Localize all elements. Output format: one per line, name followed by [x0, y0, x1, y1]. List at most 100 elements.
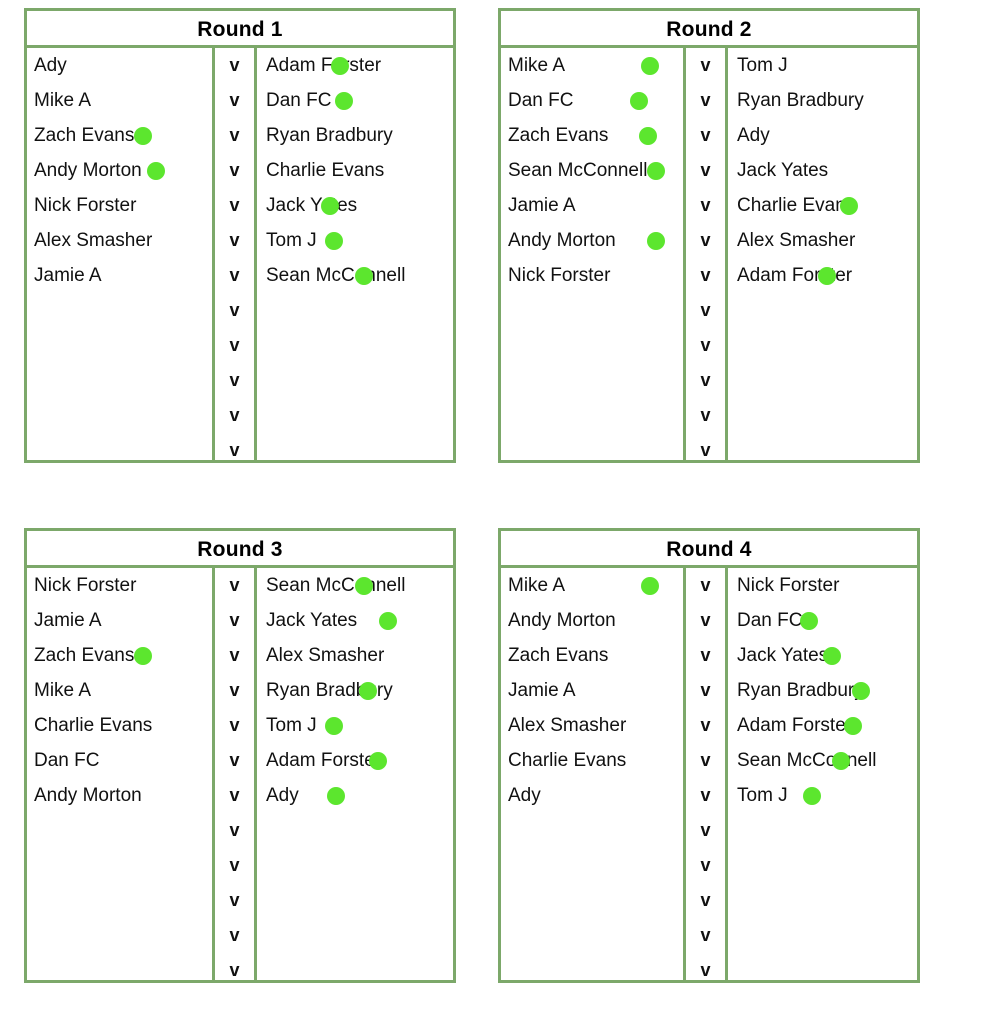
player-slot-right[interactable]: Jack Yates	[257, 603, 453, 638]
player-slot-right[interactable]: Dan FC	[728, 603, 917, 638]
versus-marker: v	[229, 90, 240, 110]
player-slot-right[interactable]: Nick Forster	[728, 568, 917, 603]
player-slot-left[interactable]: Mike A	[27, 673, 212, 708]
player-slot-right[interactable]: Ryan Bradbury	[728, 83, 917, 118]
player-name: Andy Morton	[34, 785, 142, 806]
player-slot-left[interactable]: Andy Morton	[501, 223, 683, 258]
player-slot-left[interactable]: Jamie A	[501, 673, 683, 708]
player-slot-right[interactable]: Adam Forster	[728, 708, 917, 743]
player-slot-right[interactable]: Sean McConnell	[257, 258, 453, 293]
player-slot-right[interactable]: Ryan Bradbury	[728, 673, 917, 708]
player-slot-right[interactable]: Jack Yates	[728, 638, 917, 673]
player-name: Ryan Bradbury	[266, 125, 393, 146]
empty-slot-right	[257, 883, 453, 918]
player-slot-left[interactable]: Nick Forster	[501, 258, 683, 293]
versus-marker: v	[229, 405, 240, 425]
player-slot-right[interactable]: Tom J	[728, 48, 917, 83]
versus-marker: v	[700, 265, 711, 285]
player-slot-right[interactable]: Jack Yates	[257, 188, 453, 223]
player-slot-right[interactable]: Adam Forster	[257, 743, 453, 778]
green-marker-dot-icon	[639, 127, 657, 145]
empty-slot-right	[728, 293, 917, 328]
player-slot-right[interactable]: Alex Smasher	[728, 223, 917, 258]
player-name: Charlie Evans	[737, 195, 856, 216]
player-slot-right[interactable]: Charlie Evans	[728, 188, 917, 223]
player-slot-right[interactable]: Sean McConnell	[257, 568, 453, 603]
player-slot-left[interactable]: Ady	[27, 48, 212, 83]
player-slot-left[interactable]: Ady	[501, 778, 683, 813]
player-name: Charlie Evans	[34, 715, 153, 736]
player-name: Nick Forster	[508, 265, 611, 286]
round-2-title: Round 2	[501, 11, 917, 48]
player-slot-left[interactable]: Andy Morton	[27, 778, 212, 813]
player-name: Dan FC	[34, 750, 100, 771]
green-marker-dot-icon	[327, 787, 345, 805]
player-name: Tom J	[266, 715, 317, 736]
player-slot-left[interactable]: Nick Forster	[27, 568, 212, 603]
player-slot-left[interactable]: Dan FC	[501, 83, 683, 118]
round-2-table: Round 2 Mike A Dan FC Zach Evans Sean McConn…	[498, 8, 920, 463]
empty-slot-right	[257, 398, 453, 433]
empty-slot-left	[27, 433, 212, 468]
empty-slot-right	[257, 813, 453, 848]
player-slot-left[interactable]: Jamie A	[27, 258, 212, 293]
player-name: Charlie Evans	[508, 750, 627, 771]
player-slot-right[interactable]: Charlie Evans	[257, 153, 453, 188]
player-slot-right[interactable]: Ryan Bradbury	[257, 673, 453, 708]
player-slot-left[interactable]: Sean McConnell	[501, 153, 683, 188]
player-slot-right[interactable]: Tom J	[257, 708, 453, 743]
player-slot-left[interactable]: Zach Evans	[501, 638, 683, 673]
player-slot-left[interactable]: Mike A	[27, 83, 212, 118]
player-name: Alex Smasher	[34, 230, 153, 251]
player-name: Jamie A	[508, 680, 576, 701]
player-slot-right[interactable]: Adam Forster	[728, 258, 917, 293]
player-name: Mike A	[508, 55, 566, 76]
player-slot-right[interactable]: Ryan Bradbury	[257, 118, 453, 153]
empty-slot-left	[27, 398, 212, 433]
versus-marker: v	[700, 960, 711, 980]
player-slot-right[interactable]: Ady	[257, 778, 453, 813]
player-name: Ryan Bradbury	[737, 680, 864, 701]
player-name: Zach Evans	[508, 645, 609, 666]
player-slot-right[interactable]: Alex Smasher	[257, 638, 453, 673]
empty-slot-right	[257, 918, 453, 953]
round-1-right-column: Adam Forster Dan FC Ryan Bradbury Charlie E…	[257, 48, 453, 460]
versus-marker: v	[229, 300, 240, 320]
player-slot-left[interactable]: Jamie A	[27, 603, 212, 638]
empty-slot-left	[501, 293, 683, 328]
player-slot-left[interactable]: Zach Evans	[27, 638, 212, 673]
player-slot-left[interactable]: Zach Evans	[27, 118, 212, 153]
player-slot-right[interactable]: Jack Yates	[728, 153, 917, 188]
player-slot-left[interactable]: Nick Forster	[27, 188, 212, 223]
versus-marker: v	[700, 750, 711, 770]
player-slot-left[interactable]: Zach Evans	[501, 118, 683, 153]
versus-marker: v	[229, 680, 240, 700]
player-slot-left[interactable]: Mike A	[501, 568, 683, 603]
green-marker-dot-icon	[379, 612, 397, 630]
tournament-rounds-board: Round 1 Ady Mike A Zach Evans Andy Morton Nic…	[0, 0, 987, 1011]
player-slot-left[interactable]: Andy Morton	[27, 153, 212, 188]
versus-marker: v	[700, 300, 711, 320]
player-slot-right[interactable]: Tom J	[728, 778, 917, 813]
player-slot-left[interactable]: Charlie Evans	[501, 743, 683, 778]
player-slot-right[interactable]: Tom J	[257, 223, 453, 258]
player-slot-right[interactable]: Sean McConnell	[728, 743, 917, 778]
player-slot-left[interactable]: Alex Smasher	[27, 223, 212, 258]
player-slot-right[interactable]: Ady	[728, 118, 917, 153]
empty-slot-left	[27, 848, 212, 883]
versus-marker: v	[229, 925, 240, 945]
player-slot-left[interactable]: Mike A	[501, 48, 683, 83]
versus-marker: v	[700, 785, 711, 805]
round-1-left-column: Ady Mike A Zach Evans Andy Morton Nick Forst…	[27, 48, 215, 460]
versus-marker: v	[229, 820, 240, 840]
player-slot-right[interactable]: Adam Forster	[257, 48, 453, 83]
player-slot-right[interactable]: Dan FC	[257, 83, 453, 118]
versus-marker: v	[229, 160, 240, 180]
versus-marker: v	[229, 370, 240, 390]
player-slot-left[interactable]: Dan FC	[27, 743, 212, 778]
player-slot-left[interactable]: Andy Morton	[501, 603, 683, 638]
versus-marker: v	[229, 750, 240, 770]
player-slot-left[interactable]: Jamie A	[501, 188, 683, 223]
player-slot-left[interactable]: Alex Smasher	[501, 708, 683, 743]
player-slot-left[interactable]: Charlie Evans	[27, 708, 212, 743]
